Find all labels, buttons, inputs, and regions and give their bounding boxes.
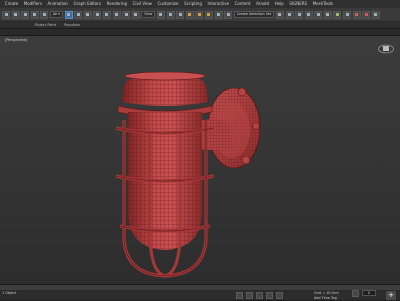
ribbon-tabs: Object Paint Populate: [0, 22, 400, 29]
menu-content[interactable]: Content: [232, 0, 254, 8]
edit-named-selection-icon[interactable]: [224, 10, 233, 19]
viewport-scene: [115, 71, 261, 278]
material-editor-icon[interactable]: [333, 10, 342, 19]
menu-interactive[interactable]: Interactive: [205, 0, 232, 8]
redo-icon[interactable]: [11, 10, 20, 19]
rectangular-selection-icon[interactable]: [83, 10, 92, 19]
select-by-name-icon[interactable]: [74, 10, 83, 19]
spinner-snap-icon[interactable]: [214, 10, 223, 19]
rotate-icon[interactable]: [112, 10, 121, 19]
go-to-start-icon[interactable]: [352, 290, 359, 297]
selection-filter-dropdown[interactable]: All ▾: [49, 11, 63, 18]
undo-icon[interactable]: [2, 10, 10, 19]
selection-lock-icon[interactable]: [246, 292, 253, 299]
plus-icon[interactable]: +: [386, 291, 396, 300]
menu-help[interactable]: Help: [272, 0, 287, 8]
menu-rendering[interactable]: Rendering: [104, 0, 130, 8]
coordinate-y-field[interactable]: [276, 292, 283, 299]
render-in-cloud-icon[interactable]: [371, 10, 380, 19]
perspective-viewport[interactable]: [0, 36, 400, 284]
snaps-toggle-icon[interactable]: [185, 10, 194, 19]
menu-bar: Create Modifiers Animation Graph Editors…: [0, 0, 400, 8]
bind-space-warp-icon[interactable]: [40, 10, 49, 19]
menu-graph-editors[interactable]: Graph Editors: [71, 0, 104, 8]
schematic-view-icon[interactable]: [323, 10, 332, 19]
menu-modifiers[interactable]: Modifiers: [21, 0, 45, 8]
menu-meshtools[interactable]: MeshTools: [310, 0, 336, 8]
coordinate-x-field[interactable]: [266, 292, 273, 299]
tab-populate[interactable]: Populate: [60, 22, 84, 29]
menu-create[interactable]: Create: [2, 0, 21, 8]
mirror-icon[interactable]: [275, 10, 284, 19]
add-time-tag[interactable]: Add Time Tag: [314, 295, 337, 301]
menu-signers[interactable]: SIGNERS: [287, 0, 310, 8]
current-frame-field[interactable]: 0: [362, 290, 376, 296]
menu-scripting[interactable]: Scripting: [181, 0, 204, 8]
curve-editor-icon[interactable]: [314, 10, 323, 19]
reference-coordinate-dropdown[interactable]: View: [141, 11, 156, 18]
selection-status: 1 Object: [2, 291, 17, 295]
toggle-scene-explorer-icon[interactable]: [295, 10, 304, 19]
menu-arnold[interactable]: Arnold: [253, 0, 272, 8]
tab-freeform[interactable]: [12, 22, 21, 29]
unlink-icon[interactable]: [30, 10, 39, 19]
align-icon[interactable]: [285, 10, 294, 19]
tab-object-paint[interactable]: Object Paint: [30, 22, 60, 29]
pivot-center-icon[interactable]: [156, 10, 165, 19]
named-selection-set-dropdown[interactable]: Create Selection Set: [233, 11, 275, 18]
viewport-label[interactable]: [Perspective]: [2, 37, 31, 43]
tab-selection[interactable]: [21, 22, 30, 29]
keyboard-shortcut-override-icon[interactable]: [176, 10, 185, 19]
render-setup-icon[interactable]: [343, 10, 352, 19]
menu-animation[interactable]: Animation: [45, 0, 71, 8]
viewcube[interactable]: [378, 44, 394, 54]
rendered-frame-window-icon[interactable]: [352, 10, 361, 19]
placement-icon[interactable]: [131, 10, 140, 19]
menu-civil-view[interactable]: Civil View: [130, 0, 155, 8]
move-icon[interactable]: [102, 10, 111, 19]
lamp-top-cap: [117, 71, 213, 118]
render-production-icon[interactable]: [362, 10, 371, 19]
isolate-selection-icon[interactable]: [236, 292, 243, 299]
select-manipulate-icon[interactable]: [166, 10, 175, 19]
scale-icon[interactable]: [122, 10, 131, 19]
tab-modeling[interactable]: [3, 22, 12, 29]
link-icon[interactable]: [21, 10, 30, 19]
toggle-layer-explorer-icon[interactable]: [304, 10, 313, 19]
angle-snap-icon[interactable]: [195, 10, 204, 19]
time-slider[interactable]: [0, 285, 400, 291]
absolute-mode-icon[interactable]: [256, 292, 263, 299]
ribbon-panel: [0, 29, 400, 36]
menu-customize[interactable]: Customize: [155, 0, 182, 8]
percent-snap-icon[interactable]: [204, 10, 213, 19]
status-bar: 1 Object Grid = 10.0cm Add Time Tag 0 +: [0, 284, 400, 300]
main-toolbar: All ▾ View Create Selection Set: [0, 8, 400, 22]
window-crossing-icon[interactable]: [93, 10, 102, 19]
select-object-icon[interactable]: [64, 10, 73, 19]
